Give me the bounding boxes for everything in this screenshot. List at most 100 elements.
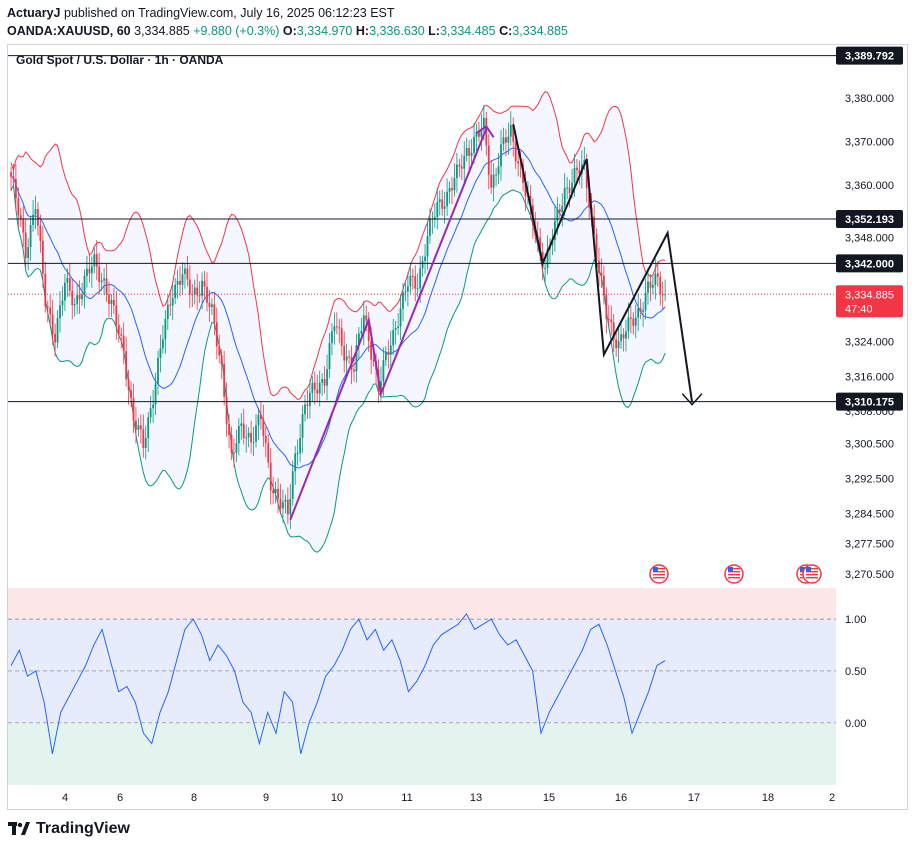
candle-body: [203, 280, 206, 287]
candle-body: [152, 404, 154, 409]
candle-body: [32, 214, 34, 225]
candle-body: [159, 348, 162, 359]
candle-body: [10, 172, 12, 177]
candle-body: [235, 443, 238, 453]
candle-body: [429, 218, 431, 237]
price-axis-label: 3,300.500: [845, 439, 894, 451]
candle-body: [304, 404, 306, 415]
candle-body: [634, 317, 637, 326]
flag-canton: [728, 567, 733, 572]
candle-body: [206, 286, 208, 303]
candle-body: [142, 429, 145, 448]
candle-body: [495, 174, 497, 176]
candle-body: [242, 423, 245, 439]
candle-body: [220, 355, 223, 365]
candle-body: [443, 206, 446, 209]
candle-body: [267, 442, 270, 463]
candle-body: [169, 304, 172, 306]
candle-body: [29, 224, 32, 248]
flag-stripe: [653, 574, 665, 576]
candle-body: [139, 425, 142, 430]
candle-body: [328, 343, 331, 370]
candle-body: [414, 276, 417, 289]
candle-body: [12, 176, 15, 180]
candle-body: [456, 164, 458, 179]
candle-body: [316, 389, 319, 394]
flag-stripe: [653, 577, 665, 579]
candle-body: [135, 420, 137, 430]
candle-body: [448, 188, 451, 192]
candle-body: [181, 274, 184, 285]
candle-body: [51, 314, 54, 334]
time-axis-label: 11: [401, 792, 412, 804]
price-axis-label: 3,284.500: [845, 508, 894, 520]
candle-body: [497, 166, 500, 175]
candle-body: [490, 174, 493, 188]
price-axis-label: 3,348.000: [845, 232, 894, 244]
tradingview-logo-icon: [8, 822, 30, 836]
candle-body: [157, 358, 159, 384]
flag-stripe: [806, 577, 818, 579]
time-axis-label: 15: [543, 792, 555, 804]
candle-body: [252, 441, 255, 443]
candle-body: [318, 382, 321, 394]
flag-stripe: [806, 574, 818, 576]
candle-body: [284, 499, 287, 502]
candle-body: [188, 279, 191, 295]
candle-body: [34, 209, 37, 215]
candle-body: [208, 302, 211, 308]
candle-body: [654, 273, 657, 285]
candle-body: [514, 141, 517, 162]
candle-body: [340, 328, 343, 346]
candle-body: [149, 408, 152, 418]
candle-body: [620, 334, 622, 342]
candle-body: [294, 453, 297, 472]
flag-stripe: [728, 577, 740, 579]
candle-body: [453, 178, 456, 191]
overbought-zone: [8, 588, 836, 620]
flag-canton: [653, 567, 658, 572]
candle-body: [338, 327, 341, 329]
candle-body: [250, 432, 252, 443]
candle-body: [331, 331, 333, 344]
candle-body: [642, 310, 644, 312]
time-axis-label: 4: [62, 792, 68, 804]
candle-body: [108, 294, 110, 305]
candle-body: [27, 247, 30, 259]
candle-body: [95, 254, 98, 267]
candle-body: [625, 331, 627, 339]
time-axis-label: 10: [331, 792, 343, 804]
candle-body: [335, 326, 338, 328]
time-axis-label: 16: [615, 792, 627, 804]
candle-body: [100, 280, 103, 283]
candle-body: [120, 334, 123, 336]
candle-body: [215, 322, 218, 347]
candle-body: [17, 198, 20, 216]
price-chart[interactable]: 1.00 0.50 0.00 3,380.000 3,370.000 3,360.000 3…: [0, 0, 915, 849]
candle-body: [465, 147, 468, 156]
level-price-label: 3,389.792: [845, 51, 894, 63]
candle-body: [544, 267, 546, 269]
time-axis-label: 8: [191, 792, 197, 804]
candle-body: [389, 345, 392, 355]
candle-body: [255, 425, 257, 442]
candle-body: [299, 437, 301, 454]
price-axis-label: 3,380.000: [845, 93, 894, 105]
candle-body: [257, 414, 260, 426]
candle-body: [649, 281, 652, 288]
candle-body: [610, 319, 613, 323]
candle-body: [627, 317, 630, 332]
candle-body: [245, 437, 248, 439]
price-axis-label: 3,316.000: [845, 371, 894, 383]
price-axis-label: 3,270.500: [845, 569, 894, 581]
candle-body: [144, 438, 147, 448]
candle-body: [286, 499, 289, 515]
candle-body: [176, 280, 179, 285]
candle-body: [313, 382, 316, 390]
candle-body: [629, 317, 632, 319]
candle-body: [115, 305, 118, 325]
candle-body: [566, 187, 569, 189]
candle-body: [113, 299, 115, 306]
candle-body: [218, 346, 221, 356]
candle-body: [37, 209, 39, 226]
